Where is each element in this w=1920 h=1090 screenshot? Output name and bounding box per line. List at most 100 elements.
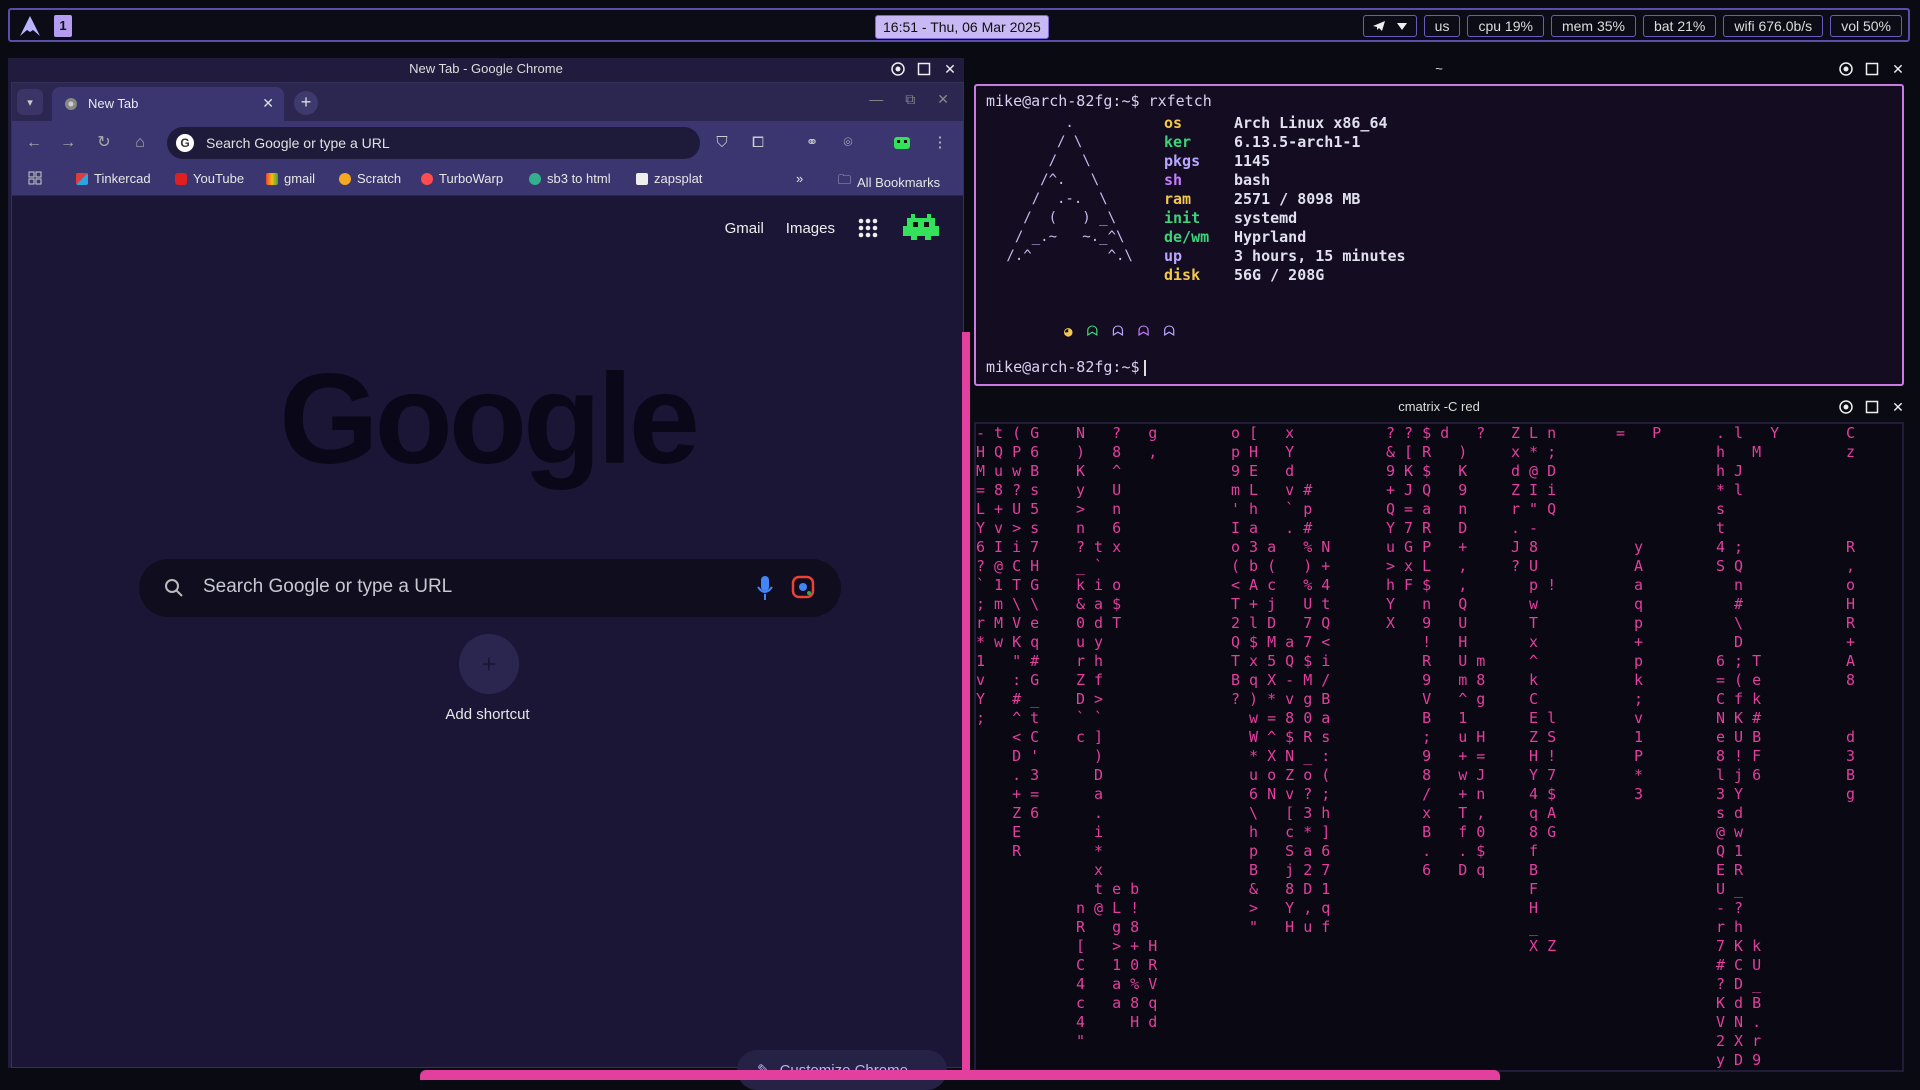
google-apps-icon[interactable] <box>857 217 879 239</box>
new-tab-button[interactable]: + <box>294 91 318 115</box>
bookmark-zapsplat[interactable]: zapsplat <box>636 171 702 186</box>
tab-search-button[interactable]: ▾ <box>17 89 43 115</box>
profile-avatar-icon[interactable] <box>892 133 912 153</box>
fetch-key: up <box>1164 247 1183 265</box>
bookmark-scratch[interactable]: Scratch <box>339 171 401 186</box>
images-link[interactable]: Images <box>786 220 835 237</box>
matrix-body[interactable]: - t ( G H Q P 6 M u w B = 8 ? s L + U 5 … <box>974 422 1904 1072</box>
top-bar: 1 16:51 - Thu, 06 Mar 2025 us cpu 19% me… <box>8 8 1910 42</box>
maximize-icon[interactable] <box>1864 61 1880 77</box>
maximize-icon[interactable] <box>916 61 932 77</box>
add-shortcut-label[interactable]: Add shortcut <box>12 706 963 723</box>
link-icon[interactable]: ⚭ <box>802 133 822 153</box>
fetch-value: 2571 / 8098 MB <box>1234 190 1361 208</box>
matrix-column: . l Y h M h J * l s t 4 ; S Q n # \ D 6 … <box>1716 424 1780 1069</box>
bookmark-tinkercad[interactable]: Tinkercad <box>76 171 151 186</box>
bookmark-label: TurboWarp <box>439 171 504 186</box>
tab-close-icon[interactable]: ✕ <box>262 95 274 112</box>
all-bookmarks[interactable]: 🗀 All Bookmarks <box>838 171 940 193</box>
color-palette: ◕ ᗣ ᗣ ᗣ ᗣ <box>1064 324 1175 340</box>
battery-status: bat 21% <box>1642 15 1717 37</box>
bookmark-sb3-to-html[interactable]: sb3 to html <box>529 171 611 186</box>
close-icon[interactable]: ✕ <box>942 61 958 77</box>
fetch-row: up 3 hours, 15 minutes <box>1164 247 1406 266</box>
extensions-icon[interactable]: ⧠ <box>748 133 768 153</box>
home-icon[interactable]: ⌂ <box>130 133 150 153</box>
cmatrix-window-title: cmatrix -C red <box>1398 399 1480 414</box>
pin-icon[interactable] <box>1838 61 1854 77</box>
chrome-window: New Tab - Google Chrome ✕ ▾ New Tab ✕ + … <box>8 58 964 1090</box>
matrix-column: - t ( G H Q P 6 M u w B = 8 ? s L + U 5 … <box>976 424 1040 860</box>
prompt-idle: mike@arch-82fg:~$ <box>986 358 1146 376</box>
add-shortcut-button[interactable]: + <box>459 634 519 694</box>
scratch-icon <box>339 172 351 185</box>
terminal-window-title: ~ <box>1435 61 1443 76</box>
close-window-icon[interactable]: ✕ <box>937 91 949 108</box>
apps-grid-icon[interactable] <box>28 171 42 185</box>
fetch-value: 1145 <box>1234 152 1271 170</box>
restore-icon[interactable]: ⧉ <box>905 91 915 108</box>
wifi-speed[interactable]: wifi 676.0b/s <box>1723 15 1824 37</box>
shield-extension-icon[interactable]: ⛉ <box>712 133 732 153</box>
fetch-row: disk 56G / 208G <box>1164 266 1324 285</box>
forward-icon[interactable]: → <box>58 133 78 153</box>
sb3-icon <box>529 172 541 185</box>
bookmark-label: zapsplat <box>654 171 703 186</box>
telegram-icon[interactable] <box>1372 19 1386 33</box>
account-avatar-icon[interactable] <box>901 208 941 248</box>
workspace-indicator[interactable]: 1 <box>54 15 72 37</box>
wifi-tray-icon[interactable] <box>1396 20 1408 32</box>
youtube-icon <box>175 172 187 185</box>
chrome-toolbar: ← → ↻ ⌂ G Search Google or type a URL ⛉ … <box>12 121 963 165</box>
microphone-icon[interactable] <box>757 575 773 601</box>
terminal-body[interactable]: mike@arch-82fg:~$ rxfetch . / \ / \ /^. … <box>974 84 1904 386</box>
maximize-icon[interactable] <box>1864 399 1880 415</box>
cmatrix-window-controls: ✕ <box>1838 399 1906 415</box>
volume-level[interactable]: vol 50% <box>1830 15 1902 37</box>
cmatrix-window: cmatrix -C red ✕ - t ( G H Q P 6 M u w B… <box>966 396 1912 1072</box>
menu-kebab-icon[interactable]: ⋮ <box>930 133 950 153</box>
bookmarks-bar: Tinkercad YouTube gmail Scratch TurboWar… <box>12 165 963 196</box>
back-icon[interactable]: ← <box>24 133 44 153</box>
bookmark-gmail[interactable]: gmail <box>266 171 315 186</box>
zapsplat-icon <box>636 172 648 185</box>
google-lens-icon[interactable] <box>791 575 815 599</box>
fetch-key: pkgs <box>1164 152 1201 170</box>
fetch-row: ker 6.13.5-arch1-1 <box>1164 133 1360 152</box>
tab-new-tab[interactable]: New Tab ✕ <box>52 87 284 121</box>
bookmark-label: YouTube <box>193 171 245 186</box>
bookmark-label: sb3 to html <box>547 171 611 186</box>
pacman-icon: ◕ <box>1064 324 1073 340</box>
reload-icon[interactable]: ↻ <box>94 133 114 153</box>
google-logo: Google <box>279 348 700 491</box>
chrome-window-title: New Tab - Google Chrome <box>409 61 563 76</box>
ntp-search-box[interactable]: Search Google or type a URL <box>139 559 841 617</box>
fetch-key: ram <box>1164 190 1192 208</box>
bookmark-turbowarp[interactable]: TurboWarp <box>421 171 503 186</box>
close-icon[interactable]: ✕ <box>1890 399 1906 415</box>
pin-icon[interactable] <box>890 61 906 77</box>
ntp-header-links: Gmail Images <box>725 208 941 248</box>
fetch-row: ram 2571 / 8098 MB <box>1164 190 1360 209</box>
arch-ascii-logo: . / \ / \ /^. \ / .-. \ / ( ) _\ / _.~ ~… <box>1006 115 1133 264</box>
fetch-key: init <box>1164 209 1201 227</box>
bookmark-youtube[interactable]: YouTube <box>175 171 244 186</box>
fetch-row: de/wm Hyprland <box>1164 228 1306 247</box>
bookmark-label: Scratch <box>357 171 402 186</box>
ntp-search-placeholder: Search Google or type a URL <box>203 576 453 597</box>
search-icon <box>165 579 183 597</box>
screenshot-icon[interactable]: ⌾ <box>838 133 858 153</box>
all-bookmarks-label: All Bookmarks <box>857 174 941 190</box>
bookmarks-overflow-icon[interactable]: » <box>796 171 803 186</box>
prompt-idle-text: mike@arch-82fg:~$ <box>986 358 1140 376</box>
arch-logo-icon[interactable] <box>18 14 42 38</box>
gmail-link[interactable]: Gmail <box>725 220 764 237</box>
minimize-icon[interactable]: — <box>869 91 883 108</box>
address-bar[interactable]: G Search Google or type a URL <box>167 127 700 159</box>
matrix-column: N ? g ) 8 , K ^ y U > n n 6 ? t x _ ` k … <box>1076 424 1158 1050</box>
fetch-key: de/wm <box>1164 228 1210 246</box>
pin-icon[interactable] <box>1838 399 1854 415</box>
keyboard-layout[interactable]: us <box>1423 15 1461 37</box>
close-icon[interactable]: ✕ <box>1890 61 1906 77</box>
system-tray[interactable] <box>1362 15 1417 37</box>
